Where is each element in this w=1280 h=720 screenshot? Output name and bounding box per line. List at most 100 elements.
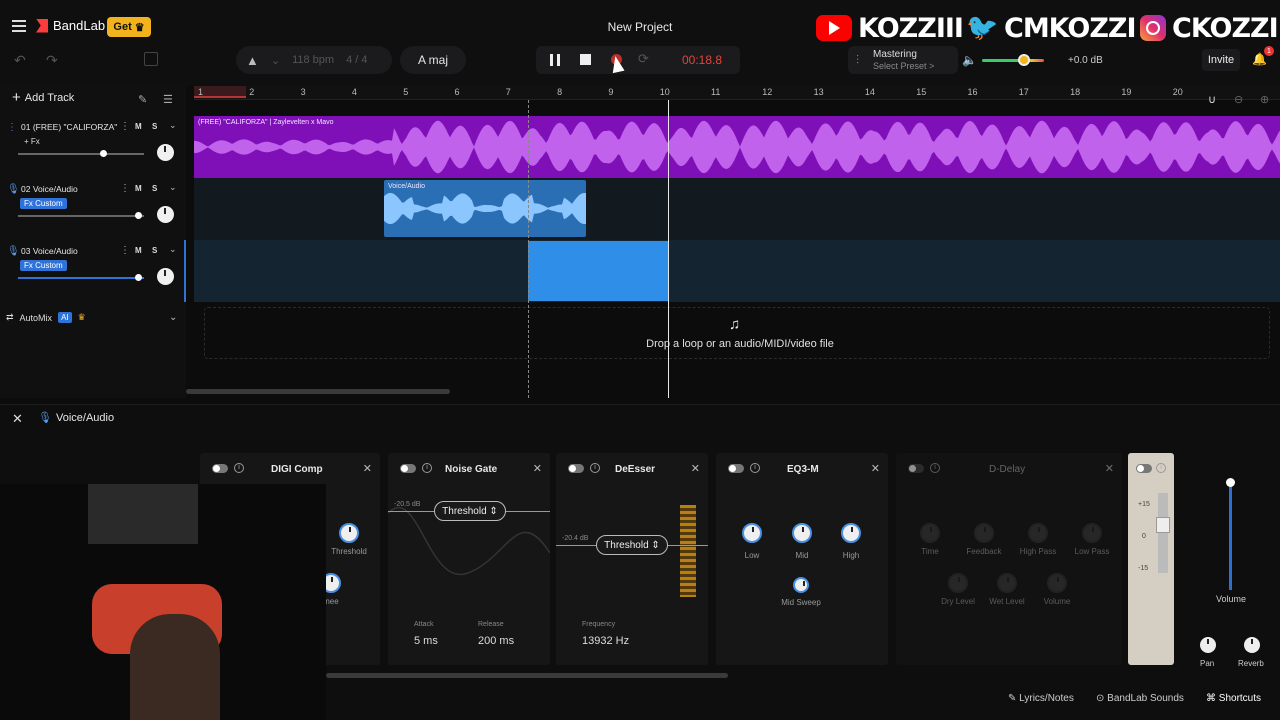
track-header-1[interactable]: ⋮ 01 (FREE) "CALIFORZA" ... ⋮ M S ⌄ + Fx <box>0 116 186 178</box>
invite-button[interactable]: Invite <box>1202 49 1240 71</box>
fx-button[interactable]: Fx Custom <box>20 260 67 271</box>
mixer-icon[interactable] <box>144 52 158 66</box>
pan-knob[interactable] <box>1200 637 1216 653</box>
solo-button[interactable]: S <box>152 184 157 193</box>
mute-button[interactable]: M <box>135 246 142 255</box>
chevron-down-icon[interactable]: ⌄ <box>169 312 177 323</box>
info-icon[interactable]: i <box>590 463 600 473</box>
close-icon[interactable]: ✕ <box>12 411 23 427</box>
speaker-icon[interactable]: 🔈 <box>962 53 977 67</box>
mute-button[interactable]: M <box>135 184 142 193</box>
zoom-out-icon[interactable]: ⊖ <box>1234 93 1243 106</box>
track-lane-3[interactable] <box>194 240 1280 302</box>
chevron-down-icon[interactable]: ⌄ <box>169 120 177 131</box>
track-volume-slider[interactable] <box>18 274 144 281</box>
master-volume-knob[interactable] <box>1018 54 1030 66</box>
chevron-down-icon[interactable]: ⌄ <box>169 182 177 193</box>
bandlab-logo[interactable]: BandLab <box>36 18 105 33</box>
undo-icon[interactable]: ↶ <box>14 52 26 69</box>
redo-icon[interactable]: ↷ <box>46 52 58 69</box>
pan-knob[interactable] <box>157 206 174 223</box>
track-lane-1[interactable]: (FREE) "CALIFORZA" | Zaylevelten x Mavo <box>194 116 1280 178</box>
volume-handle[interactable] <box>99 150 107 157</box>
automix-row[interactable]: ⇄ AutoMix AI ♛ <box>6 312 86 323</box>
metronome-icon[interactable]: ▲ <box>246 53 259 68</box>
recording-clip[interactable] <box>528 241 668 301</box>
effects-scrollbar[interactable] <box>326 673 728 678</box>
power-toggle[interactable] <box>400 464 416 473</box>
stop-button[interactable] <box>580 54 591 65</box>
gain-fader[interactable] <box>1156 493 1170 573</box>
project-title[interactable]: New Project <box>560 20 720 34</box>
low-knob[interactable] <box>742 523 762 543</box>
close-icon[interactable]: ✕ <box>533 462 542 475</box>
threshold-handle[interactable]: Threshold ⇕ <box>596 535 668 555</box>
shortcuts-button[interactable]: ⌘ Shortcuts <box>1206 693 1261 704</box>
pause-button[interactable] <box>550 54 560 66</box>
loop-icon[interactable]: ⟳ <box>638 51 649 67</box>
more-icon[interactable]: ⋮ <box>120 245 130 256</box>
power-toggle[interactable] <box>1136 464 1152 473</box>
fx-button[interactable]: + Fx <box>20 136 44 147</box>
info-icon[interactable]: i <box>422 463 432 473</box>
attack-value[interactable]: 5 ms <box>414 635 438 647</box>
pan-knob[interactable] <box>157 268 174 285</box>
magnet-icon[interactable]: ∪ <box>1208 93 1216 106</box>
more-icon[interactable]: ⋮ <box>120 121 130 132</box>
frequency-value[interactable]: 13932 Hz <box>582 635 629 647</box>
master-volume-slider[interactable] <box>982 59 1044 62</box>
power-toggle[interactable] <box>908 464 924 473</box>
mid-sweep-knob[interactable] <box>793 577 809 593</box>
track-header-3[interactable]: 🎙 03 Voice/Audio ⋮ M S ⌄ Fx Custom <box>0 240 186 302</box>
timeline-ruler[interactable]: 1 2 3 4 5 6 7 8 9 10 11 12 13 14 15 16 17 18 19 20 <box>194 86 1280 100</box>
mid-knob[interactable] <box>792 523 812 543</box>
dry-level-knob[interactable] <box>948 573 968 593</box>
wet-level-knob[interactable] <box>997 573 1017 593</box>
threshold-knob[interactable] <box>339 523 359 543</box>
track-name[interactable]: 03 Voice/Audio <box>21 246 117 256</box>
lyrics-notes-button[interactable]: ✎ Lyrics/Notes <box>1008 693 1074 704</box>
track-name[interactable]: 01 (FREE) "CALIFORZA" ... <box>21 122 117 132</box>
bell-icon[interactable]: 🔔 <box>1252 52 1267 66</box>
settings-icon[interactable]: ☰ <box>163 93 173 106</box>
pencil-icon[interactable]: ✎ <box>138 93 147 106</box>
feedback-knob[interactable] <box>974 523 994 543</box>
close-icon[interactable]: ✕ <box>1105 462 1114 475</box>
power-toggle[interactable] <box>728 464 744 473</box>
track-volume-slider[interactable] <box>18 212 144 219</box>
close-icon[interactable]: ✕ <box>871 462 880 475</box>
get-membership-button[interactable]: Get ♛ <box>107 17 151 37</box>
release-value[interactable]: 200 ms <box>478 635 514 647</box>
more-icon[interactable]: ⋮ <box>120 183 130 194</box>
track-volume-slider[interactable] <box>18 150 144 157</box>
add-track-button[interactable]: + Add Track <box>12 90 74 105</box>
threshold-handle[interactable]: Threshold ⇕ <box>434 501 506 521</box>
solo-button[interactable]: S <box>152 122 157 131</box>
channel-volume-handle[interactable] <box>1226 478 1235 487</box>
volume-knob[interactable] <box>1047 573 1067 593</box>
power-toggle[interactable] <box>212 464 228 473</box>
power-toggle[interactable] <box>568 464 584 473</box>
tempo-control[interactable]: ▲ ⌄ 118 bpm 4 / 4 <box>236 46 392 74</box>
mute-button[interactable]: M <box>135 122 142 131</box>
close-icon[interactable]: ✕ <box>363 462 372 475</box>
high-pass-knob[interactable] <box>1028 523 1048 543</box>
audio-clip[interactable]: Voice/Audio <box>384 180 586 237</box>
close-icon[interactable]: ✕ <box>691 462 700 475</box>
high-knob[interactable] <box>841 523 861 543</box>
horizontal-scrollbar[interactable] <box>186 389 450 394</box>
bpm-value[interactable]: 118 bpm <box>292 54 334 66</box>
drag-handle-icon[interactable]: ⋮ <box>7 122 17 133</box>
track-lane-2[interactable]: Voice/Audio <box>194 178 1280 240</box>
volume-handle[interactable] <box>134 212 142 219</box>
solo-button[interactable]: S <box>152 246 157 255</box>
bandlab-sounds-button[interactable]: ⊙ BandLab Sounds <box>1096 693 1184 704</box>
reverb-knob[interactable] <box>1244 637 1260 653</box>
low-pass-knob[interactable] <box>1082 523 1102 543</box>
mastering-button[interactable]: ⫶ Mastering Select Preset > <box>848 46 958 74</box>
info-icon[interactable]: i <box>930 463 940 473</box>
key-selector[interactable]: A maj <box>400 46 466 74</box>
playhead[interactable] <box>668 100 669 398</box>
zoom-in-icon[interactable]: ⊕ <box>1260 93 1269 106</box>
time-knob[interactable] <box>920 523 940 543</box>
